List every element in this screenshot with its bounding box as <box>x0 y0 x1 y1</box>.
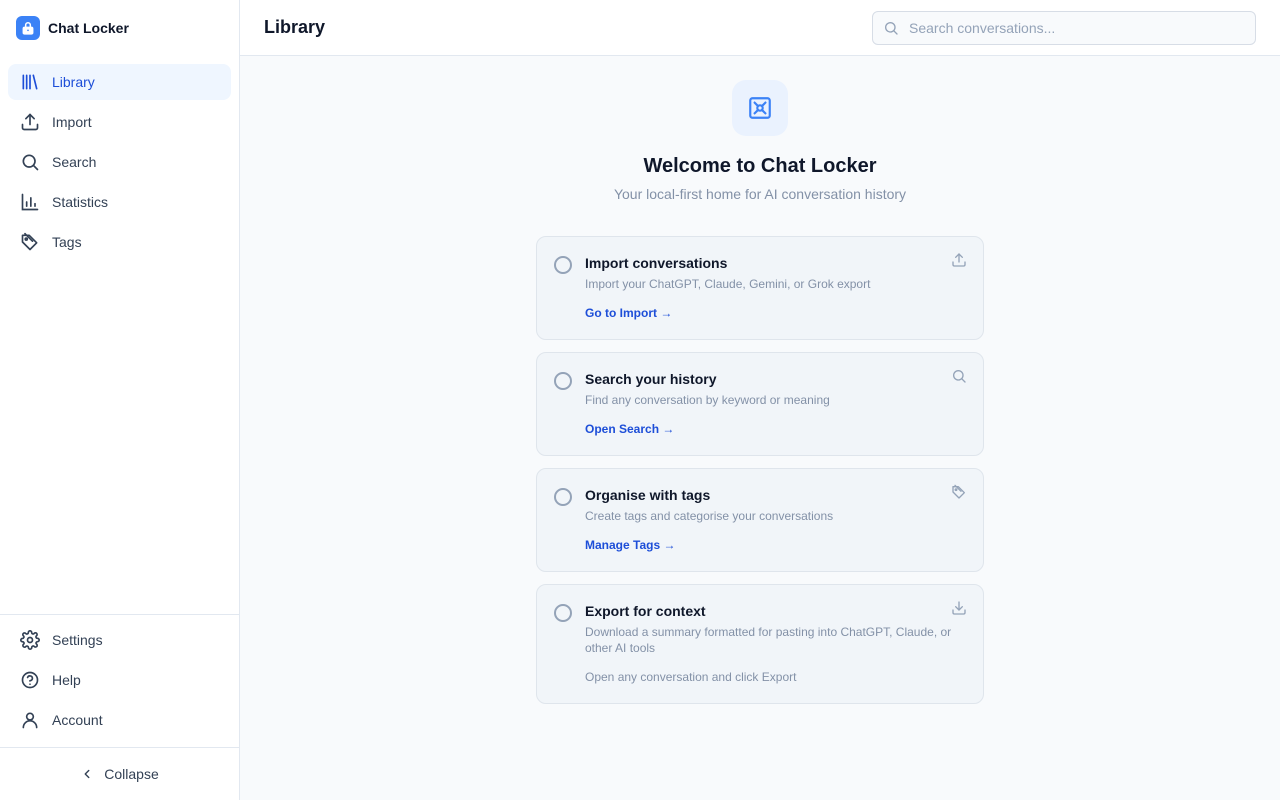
welcome-subtitle: Your local-first home for AI conversatio… <box>613 186 907 202</box>
user-icon <box>20 710 40 730</box>
collapse-label: Collapse <box>104 766 159 782</box>
tag-icon <box>951 484 967 500</box>
tag-icon <box>20 232 40 252</box>
card-description: Import your ChatGPT, Claude, Gemini, or … <box>585 277 871 291</box>
sidebar-item-help[interactable]: Help <box>8 662 231 698</box>
onboarding-card-tags: Organise with tags Create tags and categ… <box>536 468 984 572</box>
step-checkbox[interactable] <box>554 488 572 506</box>
top-header: Library <box>240 0 1280 56</box>
download-icon <box>951 600 967 616</box>
sidebar-item-search[interactable]: Search <box>8 144 231 180</box>
locker-icon <box>732 80 788 136</box>
card-title: Export for context <box>585 603 706 619</box>
card-description: Find any conversation by keyword or mean… <box>585 393 830 407</box>
go-to-import-link[interactable]: Go to Import → <box>585 306 672 320</box>
lock-icon <box>16 16 40 40</box>
card-title: Search your history <box>585 371 717 387</box>
sidebar-item-label: Library <box>52 74 95 90</box>
search-icon <box>885 22 898 35</box>
library-icon <box>20 72 40 92</box>
upload-icon <box>951 252 967 268</box>
app-name: Chat Locker <box>48 20 129 36</box>
welcome-title: Welcome to Chat Locker <box>643 155 877 177</box>
sidebar: Chat Locker Library Import Search Statis… <box>0 0 240 800</box>
page-title: Library <box>264 17 326 37</box>
sidebar-item-import[interactable]: Import <box>8 104 231 140</box>
card-title: Import conversations <box>585 255 728 271</box>
onboarding-card-search: Search your history Find any conversatio… <box>536 352 984 456</box>
search-icon <box>20 152 40 172</box>
sidebar-item-settings[interactable]: Settings <box>8 622 231 658</box>
search-icon <box>951 368 967 384</box>
upload-icon <box>20 112 40 132</box>
sidebar-item-label: Import <box>52 114 92 130</box>
sidebar-item-statistics[interactable]: Statistics <box>8 184 231 220</box>
bar-chart-icon <box>20 192 40 212</box>
brand[interactable]: Chat Locker <box>0 0 239 56</box>
search-bar[interactable] <box>872 11 1256 45</box>
sidebar-item-library[interactable]: Library <box>8 64 231 100</box>
collapse-button[interactable]: Collapse <box>0 747 239 800</box>
open-search-link[interactable]: Open Search → <box>585 422 674 436</box>
step-checkbox[interactable] <box>554 256 572 274</box>
sidebar-item-label: Tags <box>52 234 82 250</box>
onboarding-card-export: Export for context Download a summary fo… <box>536 584 984 704</box>
secondary-nav: Settings Help Account <box>0 614 239 749</box>
search-input[interactable] <box>909 20 1239 36</box>
sidebar-item-label: Account <box>52 712 103 728</box>
card-description: Create tags and categorise your conversa… <box>585 509 834 523</box>
card-description: Download a summary formatted for pasting… <box>585 625 952 655</box>
sidebar-item-account[interactable]: Account <box>8 702 231 738</box>
export-hint: Open any conversation and click Export <box>585 670 797 684</box>
onboarding-card-import: Import conversations Import your ChatGPT… <box>536 236 984 340</box>
step-checkbox[interactable] <box>554 604 572 622</box>
step-checkbox[interactable] <box>554 372 572 390</box>
help-circle-icon <box>20 670 40 690</box>
main-nav: Library Import Search Statistics Tags <box>0 56 239 272</box>
chevron-left-icon <box>84 769 90 779</box>
main-content: Welcome to Chat Locker Your local-first … <box>240 56 1280 800</box>
sidebar-item-label: Settings <box>52 632 103 648</box>
card-title: Organise with tags <box>585 487 711 503</box>
sidebar-item-label: Search <box>52 154 97 170</box>
sidebar-item-label: Statistics <box>52 194 109 210</box>
gear-icon <box>20 630 40 650</box>
manage-tags-link[interactable]: Manage Tags → <box>585 538 675 552</box>
sidebar-item-tags[interactable]: Tags <box>8 224 231 260</box>
sidebar-item-label: Help <box>52 672 81 688</box>
